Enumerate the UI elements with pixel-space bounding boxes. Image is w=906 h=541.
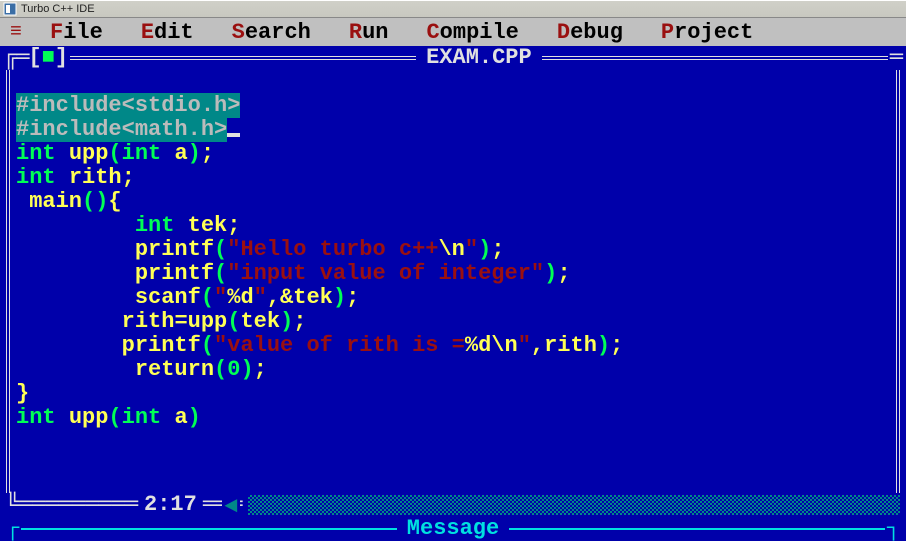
menu-file[interactable]: File bbox=[50, 20, 103, 45]
app-icon bbox=[3, 2, 17, 16]
menu-project[interactable]: Project bbox=[661, 20, 753, 45]
menu-debug[interactable]: Debug bbox=[557, 20, 623, 45]
editor-frame-bottom: ╚═════════ 2:17 ═══ ◄ bbox=[0, 493, 906, 517]
code-line: #include<math.h> bbox=[16, 117, 227, 142]
window-title: Turbo C++ IDE bbox=[21, 3, 95, 15]
code-line: rith=upp(tek); bbox=[16, 309, 306, 334]
menu-edit[interactable]: Edit bbox=[141, 20, 194, 45]
code-editor[interactable]: #include<stdio.h> #include<math.h> int u… bbox=[0, 70, 906, 430]
frame-border-right bbox=[896, 70, 900, 493]
menubar: ≡ File Edit Search Run Compile Debug Pro… bbox=[0, 18, 906, 46]
code-line: printf("value of rith is =%d\n",rith); bbox=[16, 333, 623, 358]
message-panel-title: Message bbox=[399, 517, 507, 541]
code-line: int upp(int a); bbox=[16, 141, 214, 166]
cursor-position: 2:17 bbox=[138, 493, 203, 517]
menu-run[interactable]: Run bbox=[349, 20, 389, 45]
code-line: } bbox=[16, 381, 29, 406]
code-line: int rith; bbox=[16, 165, 135, 190]
text-cursor bbox=[227, 133, 240, 137]
code-line: printf("Hello turbo c++\n"); bbox=[16, 237, 505, 262]
code-line: int tek; bbox=[16, 213, 240, 238]
horizontal-scrollbar[interactable]: ◄ bbox=[248, 495, 900, 515]
system-menu-icon[interactable]: ≡ bbox=[10, 21, 20, 44]
message-panel-frame: ┌ Message ┐ bbox=[0, 517, 906, 541]
code-line: scanf("%d",&tek); bbox=[16, 285, 359, 310]
code-line: #include<stdio.h> bbox=[16, 93, 240, 118]
close-box-icon[interactable]: [■] bbox=[28, 46, 68, 70]
editor-frame-top: ╔═ [■] EXAM.CPP ═ bbox=[0, 46, 906, 70]
window-titlebar: Turbo C++ IDE bbox=[0, 0, 906, 18]
frame-border-left bbox=[6, 70, 10, 493]
code-line: printf("input value of integer"); bbox=[16, 261, 571, 286]
menu-search[interactable]: Search bbox=[232, 20, 311, 45]
scroll-left-icon[interactable]: ◄ bbox=[222, 495, 239, 519]
menu-compile[interactable]: Compile bbox=[426, 20, 518, 45]
editor-filename: EXAM.CPP bbox=[418, 46, 540, 70]
code-line: return(0); bbox=[16, 357, 267, 382]
ide-body: ╔═ [■] EXAM.CPP ═ #include<stdio.h> #inc… bbox=[0, 46, 906, 541]
code-line: main(){ bbox=[16, 189, 122, 214]
code-line: int upp(int a) bbox=[16, 405, 201, 430]
